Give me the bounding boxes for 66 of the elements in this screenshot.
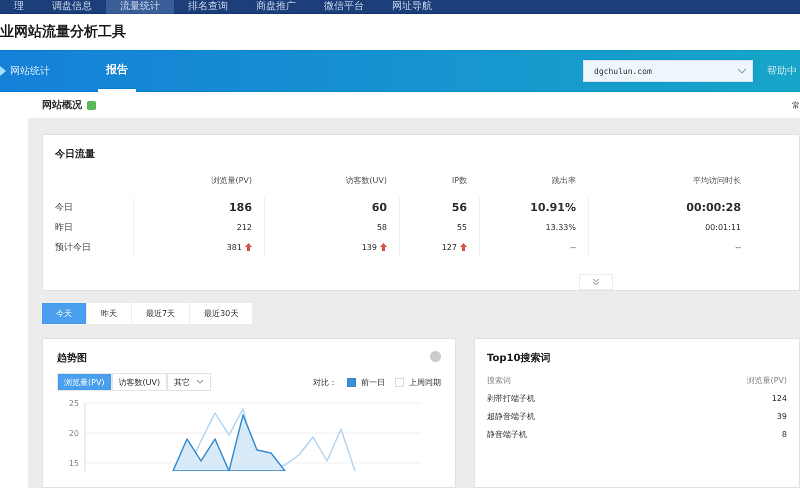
compare-label: 对比： <box>313 376 337 388</box>
table-cell: 139 <box>264 237 399 257</box>
table-cell: 60 <box>264 197 399 217</box>
table-cell: 8 <box>782 430 787 438</box>
date-tab[interactable]: 最近30天 <box>190 303 254 324</box>
axis-label: 25 <box>68 399 79 408</box>
nav-item[interactable]: 排名查询 <box>174 0 242 14</box>
up-arrow-icon <box>460 243 467 251</box>
expand-button[interactable] <box>579 274 613 290</box>
table-cell: 静音端子机 <box>487 428 527 440</box>
site-title: 业网站流量分析工具 <box>0 23 126 41</box>
table-cell: 39 <box>776 412 787 420</box>
date-tab[interactable]: 最近7天 <box>132 303 190 324</box>
metric-tab[interactable]: 访客数(UV) <box>112 373 168 391</box>
axis-label: 20 <box>68 429 79 438</box>
table-cell: 56 <box>399 197 479 217</box>
date-tab[interactable]: 昨天 <box>87 303 132 324</box>
table-cell: 10.91% <box>479 197 588 217</box>
table-cell: 124 <box>772 394 787 402</box>
caret-icon <box>196 379 204 385</box>
up-arrow-icon <box>380 243 387 251</box>
table-cell: -- <box>588 237 753 257</box>
table-cell: 127 <box>399 237 479 257</box>
column-header: IP数 <box>450 175 468 187</box>
nav-item[interactable]: 商盘推广 <box>242 0 310 14</box>
column-header: 浏览量(PV) <box>746 374 787 386</box>
nav-item[interactable]: 网址导航 <box>378 0 446 14</box>
column-header: 浏览量(PV) <box>210 175 253 187</box>
double-chevron-icon <box>592 278 600 286</box>
table-cell: 00:01:11 <box>588 217 753 237</box>
column-header: 跳出率 <box>551 175 577 187</box>
table-cell: 00:00:28 <box>588 197 753 217</box>
row-label: 今日 <box>55 202 74 214</box>
table-cell: 55 <box>399 217 479 237</box>
other-dropdown[interactable]: 其它 <box>167 373 212 391</box>
card-title: Top10搜索词 <box>487 352 552 365</box>
caret-icon <box>737 67 747 75</box>
nav-item[interactable]: 流量统计 <box>106 0 174 14</box>
checkbox[interactable] <box>347 378 356 386</box>
table-cell: 381 <box>133 237 264 257</box>
domain-select[interactable]: dgchulun.com <box>583 60 753 82</box>
checkbox-label: 上周同期 <box>409 376 441 388</box>
axis-label: 15 <box>68 459 79 468</box>
row-label: 昨日 <box>55 222 74 234</box>
table-cell: -- <box>479 237 588 257</box>
card-title: 趋势图 <box>57 352 87 365</box>
checkbox-label: 前一日 <box>361 376 385 388</box>
page-title: 网站概况 <box>42 98 82 112</box>
table-cell: 186 <box>133 197 264 217</box>
table-cell: 13.33% <box>479 217 588 237</box>
table-cell: 超静音端子机 <box>487 410 535 422</box>
nav-item[interactable]: 调盘信息 <box>38 0 106 14</box>
table-cell: 58 <box>264 217 399 237</box>
section-label: 网站统计 <box>10 64 50 78</box>
table-cell: 剥带打端子机 <box>487 392 535 404</box>
nav-item[interactable]: 理 <box>0 0 38 14</box>
table-cell: 212 <box>133 217 264 237</box>
column-header: 访客数(UV) <box>344 175 388 187</box>
nav-item[interactable]: 微信平台 <box>310 0 378 14</box>
row-label: 预计今日 <box>55 242 92 254</box>
column-header: 搜索词 <box>487 374 511 386</box>
up-arrow-icon <box>245 243 252 251</box>
column-header: 平均访问时长 <box>692 175 742 187</box>
card-title: 今日流量 <box>55 147 96 161</box>
help-icon <box>87 100 96 110</box>
header-link[interactable]: 常 <box>792 100 800 110</box>
